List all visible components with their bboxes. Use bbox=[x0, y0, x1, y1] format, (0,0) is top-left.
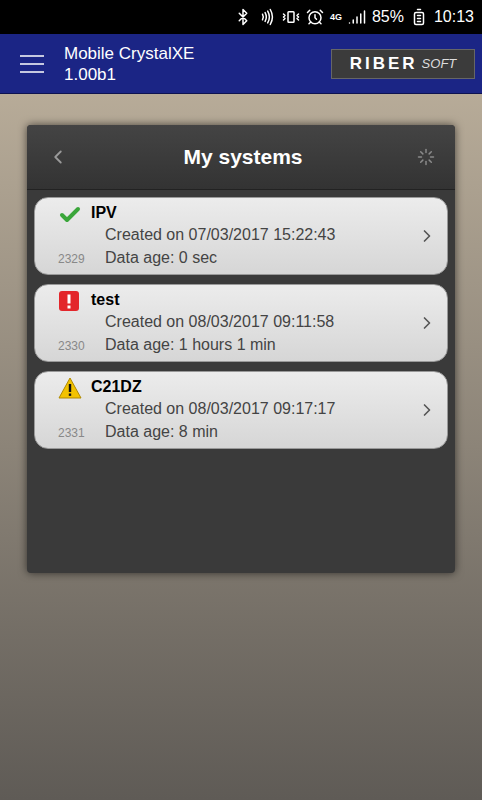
system-data-age: Data age: 8 min bbox=[105, 420, 417, 443]
systems-panel: My systems 2329 IPVCreated on 07/03/2017 1… bbox=[27, 125, 455, 573]
status-bar: 4G 85% 10:13 bbox=[0, 0, 482, 34]
panel-title: My systems bbox=[69, 141, 417, 173]
system-created: Created on 08/03/2017 09:11:58 bbox=[105, 310, 417, 333]
battery-level: 85% bbox=[372, 9, 404, 25]
system-data-age: Data age: 0 sec bbox=[105, 246, 417, 269]
system-id: 2331 bbox=[58, 427, 88, 439]
warning-icon bbox=[58, 377, 82, 399]
systems-list: 2329IPVCreated on 07/03/2017 15:22:43Dat… bbox=[27, 190, 455, 449]
system-created: Created on 08/03/2017 09:17:17 bbox=[105, 397, 417, 420]
riber-logo: RIBERSOFT bbox=[331, 49, 475, 79]
ok-icon bbox=[58, 203, 82, 227]
system-card[interactable]: 2331 C21DZCreated on 08/03/2017 09:17:17D… bbox=[34, 371, 448, 449]
battery-icon bbox=[410, 8, 428, 26]
system-id: 2329 bbox=[58, 253, 88, 265]
vibrate-icon bbox=[282, 8, 300, 26]
back-icon[interactable] bbox=[47, 146, 69, 168]
system-data-age: Data age: 1 hours 1 min bbox=[105, 333, 417, 356]
system-id: 2330 bbox=[58, 340, 88, 352]
menu-icon[interactable] bbox=[20, 55, 44, 73]
background-photo: My systems 2329 IPVCreated on 07/03/2017 1… bbox=[0, 94, 482, 800]
network-type: 4G bbox=[330, 13, 342, 22]
bluetooth-icon bbox=[234, 8, 252, 26]
system-name: C21DZ bbox=[91, 377, 417, 397]
nfc-icon bbox=[258, 8, 276, 26]
screen: 4G 85% 10:13 Mobile CrystalXE1.00b1 RIBERSOF… bbox=[0, 0, 482, 800]
app-bar: Mobile CrystalXE1.00b1 RIBERSOFT bbox=[0, 34, 482, 94]
loading-icon bbox=[417, 148, 435, 166]
clock: 10:13 bbox=[434, 9, 474, 25]
app-version: 1.00b1 bbox=[64, 64, 194, 85]
system-card[interactable]: 2330 testCreated on 08/03/2017 09:11:58Da… bbox=[34, 284, 448, 362]
error-icon bbox=[58, 290, 80, 312]
app-title: Mobile CrystalXE1.00b1 bbox=[64, 43, 194, 85]
chevron-icon bbox=[417, 226, 437, 246]
system-name: test bbox=[91, 290, 417, 310]
alarm-icon bbox=[306, 8, 324, 26]
chevron-icon bbox=[417, 313, 437, 333]
system-created: Created on 07/03/2017 15:22:43 bbox=[105, 223, 417, 246]
system-card[interactable]: 2329 IPVCreated on 07/03/2017 15:22:43Dat… bbox=[34, 197, 448, 275]
signal-icon bbox=[348, 8, 366, 26]
panel-header: My systems bbox=[27, 125, 455, 190]
chevron-icon bbox=[417, 400, 437, 420]
system-name: IPV bbox=[91, 203, 417, 223]
